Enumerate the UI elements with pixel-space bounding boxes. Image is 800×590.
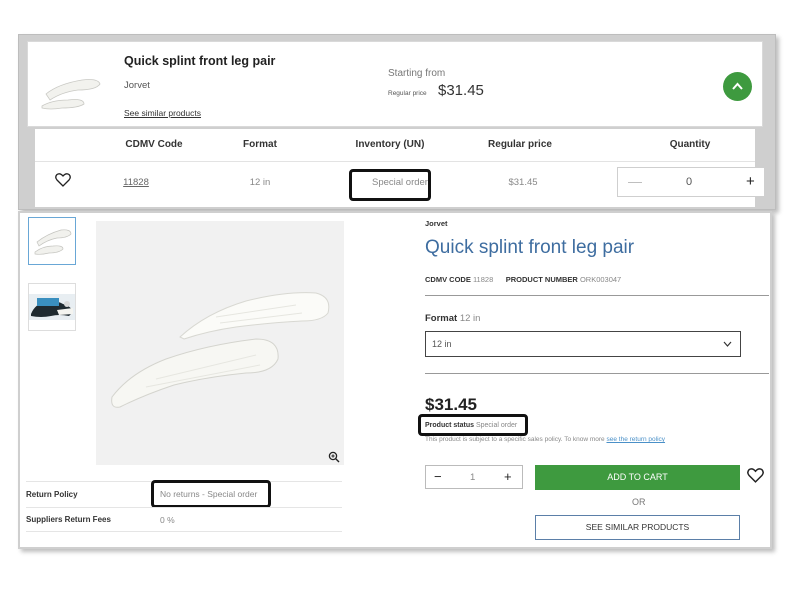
header-format: Format (243, 139, 277, 150)
format-label-text: Format (425, 313, 458, 324)
starting-price: $31.45 (438, 82, 484, 99)
quantity-value[interactable]: 1 (470, 472, 475, 483)
header-quantity: Quantity (669, 139, 711, 150)
decrement-button[interactable]: − (434, 469, 442, 484)
detail-brand: Jorvet (425, 219, 448, 228)
divider (425, 295, 769, 296)
product-detail-panel: Return Policy No returns - Special order… (18, 211, 772, 549)
quantity-stepper[interactable]: — 0 + (617, 167, 765, 197)
decrement-button[interactable]: — (628, 173, 642, 189)
product-main-image (96, 221, 344, 465)
policy-note: This product is subject to a specific sa… (425, 436, 665, 443)
divider (425, 373, 769, 374)
divider (26, 507, 342, 508)
format-cell: 12 in (249, 177, 271, 188)
splint-thumbnail-icon (34, 229, 72, 255)
product-number-label: PRODUCT NUMBER (505, 275, 578, 284)
inventory-highlight (349, 169, 431, 201)
chevron-up-icon (732, 82, 743, 90)
status-highlight (418, 414, 528, 436)
see-similar-link[interactable]: See similar products (124, 108, 201, 118)
supplier-fees-value: 0 % (160, 515, 175, 525)
see-similar-button[interactable]: SEE SIMILAR PRODUCTS (535, 515, 740, 540)
product-number-value: ORK003047 (579, 275, 622, 284)
quantity-stepper[interactable]: − 1 + (425, 465, 523, 489)
heart-icon[interactable] (55, 173, 71, 187)
splint-thumbnail (41, 79, 101, 110)
starting-from-label: Starting from (388, 68, 446, 79)
increment-button[interactable]: + (504, 469, 512, 484)
product-list-panel: Quick splint front leg pair Jorvet See s… (18, 34, 776, 210)
header-cdmv-code: CDMV Code (125, 139, 183, 150)
increment-button[interactable]: + (746, 173, 755, 190)
format-select[interactable]: 12 in (425, 331, 741, 357)
product-title[interactable]: Quick splint front leg pair (124, 54, 275, 68)
table-divider (35, 161, 755, 162)
table-row: 11828 (95, 177, 177, 188)
dog-splint-photo (29, 294, 75, 320)
divider (26, 531, 342, 532)
format-current-value: 12 in (459, 313, 481, 324)
detail-title: Quick splint front leg pair (425, 237, 635, 258)
cdmv-code-label: CDMV CODE (425, 275, 471, 284)
chevron-down-icon (723, 341, 732, 347)
heart-icon[interactable] (747, 468, 764, 483)
variants-table: CDMV Code Format Inventory (UN) Regular … (35, 129, 765, 207)
zoom-icon[interactable] (328, 451, 340, 463)
cdmv-code-link[interactable]: 11828 (123, 177, 149, 188)
quantity-value[interactable]: 0 (686, 176, 692, 188)
thumbnail-2[interactable] (28, 283, 76, 331)
add-to-cart-button[interactable]: ADD TO CART (535, 465, 740, 490)
format-select-value: 12 in (432, 339, 452, 349)
or-separator: OR (632, 497, 646, 507)
cdmv-code-value: 11828 (472, 275, 494, 284)
header-inventory: Inventory (UN) (355, 139, 425, 150)
regular-price-label: Regular price (388, 90, 427, 97)
return-policy-highlight (151, 480, 271, 508)
product-summary-card: Quick splint front leg pair Jorvet See s… (27, 41, 763, 127)
detail-price: $31.45 (425, 395, 477, 414)
policy-note-text: This product is subject to a specific sa… (425, 436, 605, 443)
splint-main-picture (111, 292, 330, 408)
return-policy-label: Return Policy (26, 490, 78, 499)
price-cell: $31.45 (508, 177, 538, 188)
header-regular-price: Regular price (488, 139, 552, 150)
thumbnail-1[interactable] (28, 217, 76, 265)
return-policy-link[interactable]: see the return policy (606, 436, 665, 443)
product-brand: Jorvet (124, 80, 150, 91)
product-codes: CDMV CODE 11828 PRODUCT NUMBER ORK003047 (425, 275, 621, 284)
format-label: Format 12 in (425, 313, 480, 324)
collapse-button[interactable] (723, 72, 752, 101)
supplier-fees-label: Suppliers Return Fees (26, 515, 111, 524)
